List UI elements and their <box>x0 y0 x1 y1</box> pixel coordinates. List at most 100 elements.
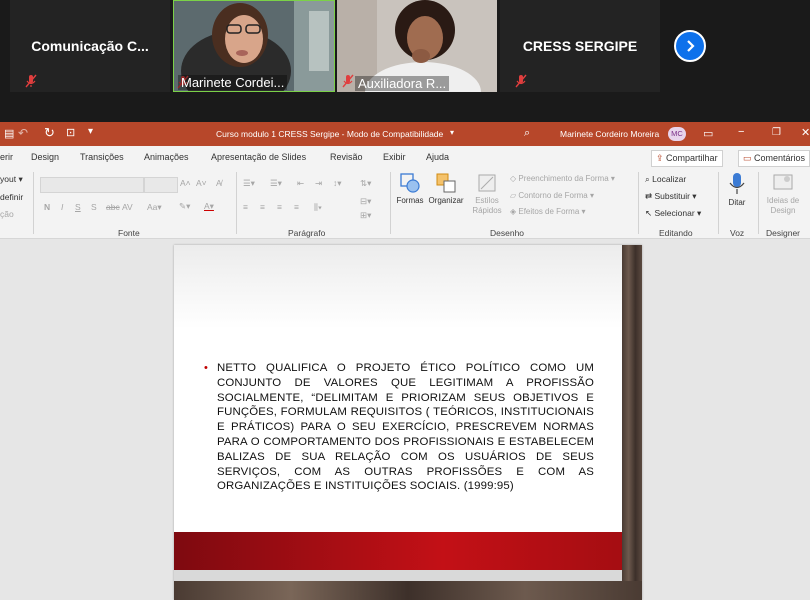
reset-button[interactable]: definir <box>0 192 23 202</box>
font-color-icon[interactable]: A▾ <box>204 201 214 212</box>
participant-video-auxiliadora[interactable]: Auxiliadora R... <box>337 0 497 92</box>
design-ideas-button[interactable]: Ideias de Design <box>762 172 804 216</box>
tab-ajuda[interactable]: Ajuda <box>426 152 449 162</box>
present-icon[interactable]: ⊡ <box>66 126 75 139</box>
wood-texture-bottom <box>174 581 642 600</box>
divider <box>638 172 639 234</box>
shape-effects-button[interactable]: ◈ Efeitos de Forma ▾ <box>510 207 586 216</box>
increase-font-icon[interactable]: A˄ <box>180 178 191 188</box>
tab-revisao[interactable]: Revisão <box>330 152 363 162</box>
line-spacing-icon[interactable]: ↕▾ <box>333 178 342 189</box>
dictate-label: Ditar <box>728 198 746 207</box>
justify-icon[interactable]: ≡ <box>294 202 299 212</box>
shape-outline-button[interactable]: ▱ Contorno de Forma ▾ <box>510 191 594 200</box>
comments-button[interactable]: ▭ Comentários <box>738 150 810 167</box>
slide[interactable]: • NETTO QUALIFICA O PROJETO ÉTICO POLÍTI… <box>174 245 642 600</box>
group-label-font: Fonte <box>118 228 140 238</box>
section-button[interactable]: ção <box>0 209 14 219</box>
decrease-font-icon[interactable]: A˅ <box>196 178 207 188</box>
bullet-icon: • <box>204 362 208 374</box>
chevron-right-icon <box>687 40 695 52</box>
participant-name: Comunicação C... <box>31 38 149 54</box>
highlight-icon[interactable]: ✎▾ <box>179 201 190 212</box>
clear-format-icon[interactable]: A̸ <box>216 178 222 188</box>
red-footer-bar <box>174 532 622 570</box>
tab-design[interactable]: Design <box>31 152 59 162</box>
columns-icon[interactable]: ⫼▾ <box>314 202 322 213</box>
replace-icon: ⇄ <box>645 191 653 201</box>
align-right-icon[interactable]: ≡ <box>277 202 282 212</box>
italic-button[interactable]: I <box>61 202 63 212</box>
participant-name: CRESS SERGIPE <box>522 38 638 54</box>
char-spacing-button[interactable]: AV <box>122 202 133 212</box>
align-center-icon[interactable]: ≡ <box>260 202 265 212</box>
bullets-icon[interactable]: ☰▾ <box>243 178 255 189</box>
mic-muted-icon <box>515 74 527 88</box>
arrange-button[interactable]: Organizar <box>427 172 465 205</box>
select-button[interactable]: ↖ Selecionar ▾ <box>645 208 701 219</box>
group-label-paragraph: Parágrafo <box>288 228 326 238</box>
font-name-select[interactable] <box>40 177 144 193</box>
participant-tile-cress[interactable]: CRESS SERGIPE <box>500 0 660 92</box>
shape-fill-button[interactable]: ◇ Preenchimento da Forma ▾ <box>510 174 615 183</box>
participant-tile-comunicacao[interactable]: Comunicação C... <box>10 0 170 92</box>
bold-button[interactable]: N <box>44 202 50 212</box>
layout-button[interactable]: yout ▾ <box>0 174 23 185</box>
shapes-label: Formas <box>396 196 424 205</box>
align-text-icon[interactable]: ⊟▾ <box>360 196 371 207</box>
shadow-button[interactable]: S <box>91 202 97 212</box>
increase-indent-icon[interactable]: ⇥ <box>315 178 322 189</box>
slide-body-text[interactable]: NETTO QUALIFICA O PROJETO ÉTICO POLÍTICO… <box>217 361 594 494</box>
align-left-icon[interactable]: ≡ <box>243 202 248 212</box>
tab-animacoes[interactable]: Animações <box>144 152 189 162</box>
grey-footer-strip <box>174 570 622 581</box>
participant-name: Marinete Cordei... <box>178 75 288 90</box>
ribbon-tabs: erir Design Transições Animações Apresen… <box>0 146 810 168</box>
tab-apresentacao[interactable]: Apresentação de Slides <box>211 152 306 162</box>
comment-icon: ▭ <box>743 153 755 163</box>
redo-icon[interactable]: ↻ <box>44 125 55 141</box>
ribbon-display-icon[interactable]: ▭ <box>703 127 713 140</box>
decrease-indent-icon[interactable]: ⇤ <box>297 178 304 189</box>
tab-exibir[interactable]: Exibir <box>383 152 406 162</box>
numbering-icon[interactable]: ☰▾ <box>270 178 282 189</box>
find-button[interactable]: ⌕ Localizar <box>645 174 686 185</box>
replace-label: Substituir <box>654 191 690 201</box>
avatar[interactable]: MC <box>668 127 686 141</box>
chevron-down-icon[interactable]: ▾ <box>450 128 454 137</box>
close-icon[interactable]: ✕ <box>801 126 810 139</box>
underline-button[interactable]: S <box>75 202 81 212</box>
tab-inserir[interactable]: erir <box>0 152 13 162</box>
smartart-icon[interactable]: ⊞▾ <box>360 210 371 221</box>
search-icon: ⌕ <box>645 174 650 184</box>
group-label-drawing: Desenho <box>490 228 525 238</box>
share-button[interactable]: ⇪ Compartilhar <box>651 150 723 167</box>
participant-video-marinete[interactable]: Marinete Cordei... <box>173 0 335 92</box>
dictate-button[interactable]: Ditar <box>722 172 752 207</box>
font-size-select[interactable] <box>144 177 178 193</box>
customize-toolbar-icon[interactable]: ▾ <box>88 126 93 137</box>
undo-icon[interactable]: ↶ <box>18 126 28 140</box>
save-icon[interactable]: ▤ <box>4 127 14 140</box>
quick-styles-button[interactable]: Estilos Rápidos <box>470 172 504 216</box>
change-case-button[interactable]: Aa▾ <box>147 202 162 213</box>
minimize-icon[interactable]: − <box>738 126 744 138</box>
restore-icon[interactable]: ❐ <box>772 127 781 138</box>
quick-styles-label-2: Rápidos <box>472 206 502 215</box>
user-name[interactable]: Marinete Cordeiro Moreira <box>560 129 659 139</box>
arrange-label: Organizar <box>428 196 464 205</box>
search-icon[interactable]: ⌕ <box>524 127 530 140</box>
divider <box>236 172 237 234</box>
mic-muted-icon <box>342 74 354 88</box>
shapes-button[interactable]: Formas <box>396 172 424 205</box>
replace-button[interactable]: ⇄ Substituir ▾ <box>645 191 697 202</box>
tab-transicoes[interactable]: Transições <box>80 152 124 162</box>
strikethrough-button[interactable]: abc <box>106 202 120 212</box>
quick-styles-label-1: Estilos <box>475 196 499 205</box>
microphone-icon <box>729 173 745 194</box>
text-direction-icon[interactable]: ⇅▾ <box>360 178 371 189</box>
arrange-icon <box>436 173 456 193</box>
participant-name: Auxiliadora R... <box>355 76 450 91</box>
slide-editor-canvas[interactable]: • NETTO QUALIFICA O PROJETO ÉTICO POLÍTI… <box>0 239 810 600</box>
next-participants-button[interactable] <box>674 30 706 62</box>
